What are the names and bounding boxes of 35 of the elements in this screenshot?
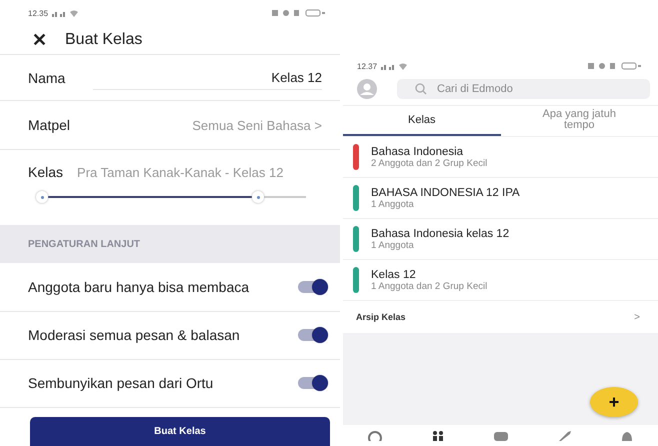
field-label: Kelas [28,164,64,180]
message-icon[interactable] [492,430,508,441]
section-title: PENGATURAN LANJUT [28,238,140,250]
create-class-button[interactable]: Buat Kelas [30,417,330,446]
slider-thumb[interactable] [36,191,48,204]
add-button[interactable]: + [590,387,638,417]
class-name[interactable]: Kelas 12 [371,268,488,280]
search-field[interactable]: Cari di Edmodo [397,79,650,99]
setting-label: Moderasi semua pesan & balasan [28,327,240,344]
setting-label: Sembunyikan pesan dari Ortu [28,375,214,392]
tab[interactable]: Kelas [343,106,500,136]
toggle-switch[interactable] [298,281,328,294]
screen-title: Buat Kelas [65,31,142,50]
toggle-switch[interactable] [298,329,328,342]
search-icon [415,83,427,95]
class-members: 1 Anggota [371,198,415,210]
grade-range-value: Pra Taman Kanak-Kanak - Kelas 12 [77,164,284,180]
class-members: 1 Anggota [371,240,415,250]
class-name[interactable]: BAHASA INDONESIA 12 IPA [371,186,520,198]
name-input[interactable]: Kelas 12 [93,66,322,90]
field-label: Matpel [28,117,70,134]
status-time: 12.37 [357,62,378,70]
slider-thumb[interactable] [252,191,264,204]
archive-link[interactable]: Arsip Kelas [356,312,406,322]
setting-label: Anggota baru hanya bisa membaca [28,279,250,296]
chevron-icon: > [634,312,640,322]
tab[interactable]: Apa yang jatuh tempo [500,106,658,136]
close-button[interactable]: ✕ [32,31,47,50]
class-name[interactable]: Bahasa Indonesia kelas 12 [371,228,510,240]
class-name[interactable]: Bahasa Indonesia [371,146,488,158]
toggle-switch[interactable] [298,377,328,390]
class-members: 2 Anggota dan 2 Grup Kecil [371,158,488,168]
field-label: Nama [28,70,66,86]
status-time: 12.35 [28,8,48,18]
class-members: 1 Anggota dan 2 Grup Kecil [371,280,488,292]
